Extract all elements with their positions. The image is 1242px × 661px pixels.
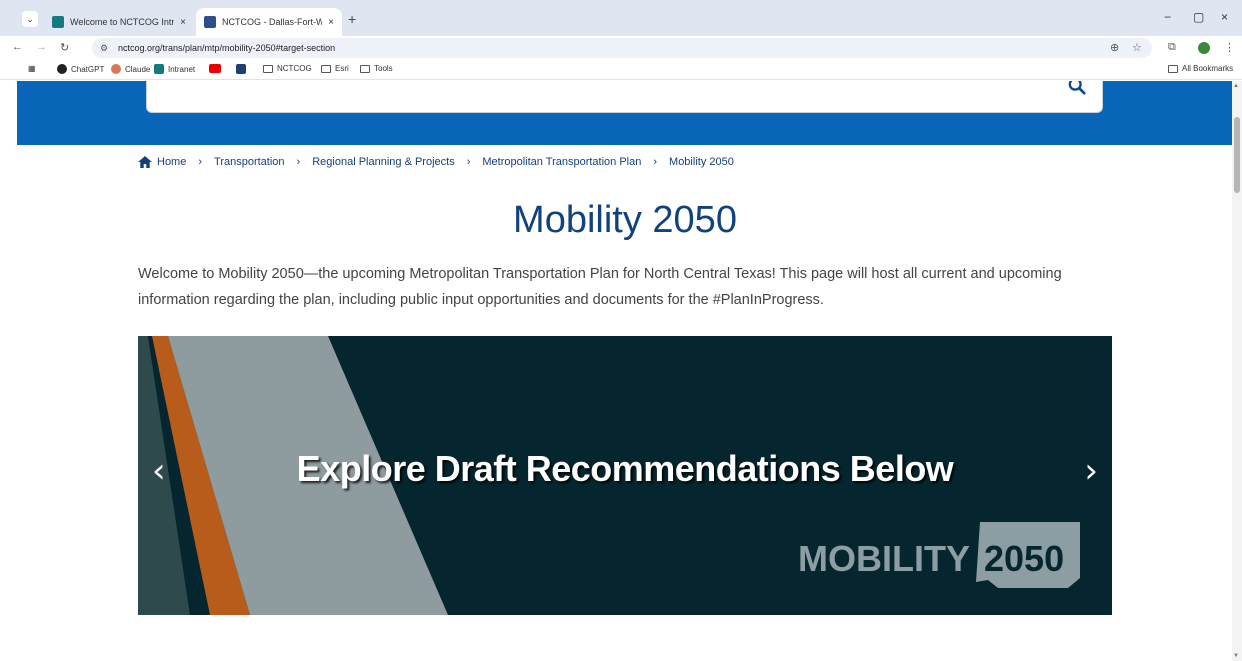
all-bookmarks[interactable]: All Bookmarks [1168, 64, 1233, 73]
menu-icon[interactable]: ⋮ [1224, 41, 1235, 54]
bookmark-label: NCTCOG [277, 64, 312, 73]
bookmark-label: ChatGPT [71, 64, 105, 74]
bookmark-label: All Bookmarks [1182, 64, 1234, 73]
bookmark-label: Tools [374, 64, 393, 73]
youtube-icon [209, 64, 221, 73]
breadcrumb-separator: › [466, 156, 471, 168]
logo-year: 2050 [984, 538, 1065, 579]
mobility-2050-logo: MOBILITY 2050 [798, 522, 1088, 592]
back-icon[interactable]: ← [12, 41, 23, 53]
tab-nctcog[interactable]: NCTCOG - Dallas-Fort-Worth M × [196, 8, 342, 36]
scrollbar-thumb[interactable] [1234, 117, 1240, 193]
breadcrumb-transportation[interactable]: Transportation [214, 156, 285, 168]
tab-strip: ⌄ Welcome to NCTCOG Intranet × NCTCOG - … [0, 0, 1242, 36]
bookmark-folder-esri[interactable]: Esri [321, 64, 349, 73]
sharepoint-icon [52, 16, 64, 28]
bookmark-folder-nctcog[interactable]: NCTCOG [263, 64, 312, 73]
folder-icon [321, 64, 331, 73]
slide-caption: Explore Draft Recommendations Below [296, 448, 954, 489]
bookmark-folder-tools[interactable]: Tools [360, 64, 393, 73]
site-info-icon[interactable]: ⚙ [100, 38, 108, 58]
breadcrumb-regional-planning[interactable]: Regional Planning & Projects [312, 156, 454, 168]
reload-icon[interactable]: ↻ [60, 41, 69, 54]
scroll-down-icon[interactable]: ▼ [1233, 653, 1239, 659]
breadcrumb-separator: › [653, 156, 658, 168]
breadcrumb-mtp[interactable]: Metropolitan Transportation Plan [482, 156, 641, 168]
bookmark-youtube[interactable] [209, 64, 221, 73]
address-bar[interactable]: ⚙ nctcog.org/trans/plan/mtp/mobility-205… [92, 38, 1152, 58]
page-title: Mobility 2050 [513, 199, 737, 241]
bookmarks-bar: ▦ ChatGPT Claude Intranet NCTCOG Esri To… [0, 60, 1242, 80]
url-text: nctcog.org/trans/plan/mtp/mobility-2050#… [118, 43, 336, 53]
breadcrumb: Home › Transportation › Regional Plannin… [138, 156, 734, 168]
home-icon [138, 156, 152, 168]
breadcrumb-home[interactable]: Home [157, 156, 186, 168]
nctcog-favicon-icon [204, 16, 216, 28]
carousel-next-icon[interactable]: › [1084, 451, 1098, 491]
intranet-icon [154, 64, 164, 74]
window-close-icon[interactable]: × [1221, 10, 1228, 24]
apps-icon[interactable]: ▦ [28, 64, 36, 73]
tab-title: NCTCOG - Dallas-Fort-Worth M [222, 17, 323, 27]
folder-icon [360, 64, 370, 73]
bookmark-claude[interactable]: Claude [111, 64, 150, 74]
extensions-icon[interactable]: ⧉ [1168, 41, 1176, 54]
tab-title: Welcome to NCTCOG Intranet [70, 17, 175, 27]
bookmark-label: Claude [125, 64, 151, 74]
bookmark-star-icon[interactable]: ☆ [1132, 41, 1142, 54]
browser-toolbar: ← → ↻ ⚙ nctcog.org/trans/plan/mtp/mobili… [0, 36, 1242, 60]
new-tab-button[interactable]: + [348, 11, 356, 27]
carousel-prev-icon[interactable]: ‹ [152, 451, 166, 491]
claude-icon [111, 64, 121, 74]
folder-icon [263, 64, 273, 73]
chatgpt-icon [57, 64, 67, 74]
bookmark-label: Intranet [168, 64, 196, 74]
bookmark-label: Esri [335, 64, 349, 73]
hero-carousel[interactable]: Explore Draft Recommendations Below ‹ › … [138, 336, 1112, 615]
profile-avatar[interactable] [1198, 42, 1210, 54]
breadcrumb-separator: › [296, 156, 301, 168]
tab-intranet[interactable]: Welcome to NCTCOG Intranet × [44, 8, 194, 36]
page-viewport: Home › Transportation › Regional Plannin… [0, 81, 1232, 661]
breadcrumb-current: Mobility 2050 [669, 156, 734, 168]
intro-paragraph: Welcome to Mobility 2050—the upcoming Me… [138, 266, 1062, 308]
bookmark-app[interactable] [236, 64, 246, 74]
folder-icon [1168, 64, 1178, 73]
breadcrumb-separator: › [198, 156, 203, 168]
bookmark-chatgpt[interactable]: ChatGPT [57, 64, 104, 74]
close-tab-icon[interactable]: × [180, 17, 186, 28]
scroll-up-icon[interactable]: ▲ [1233, 83, 1239, 89]
logo-word: MOBILITY [798, 538, 970, 579]
minimize-icon[interactable]: − [1164, 10, 1171, 24]
forward-icon[interactable]: → [36, 41, 47, 53]
restore-icon[interactable]: ▢ [1193, 10, 1204, 24]
tab-search-button[interactable]: ⌄ [22, 11, 38, 27]
page-scrollbar[interactable]: ▲ ▼ [1232, 81, 1242, 661]
bookmark-intranet[interactable]: Intranet [154, 64, 195, 74]
site-search-input[interactable] [146, 81, 1103, 113]
zoom-icon[interactable]: ⊕ [1110, 41, 1119, 54]
app-icon [236, 64, 246, 74]
search-icon[interactable] [1068, 81, 1086, 95]
close-tab-icon[interactable]: × [328, 17, 334, 28]
